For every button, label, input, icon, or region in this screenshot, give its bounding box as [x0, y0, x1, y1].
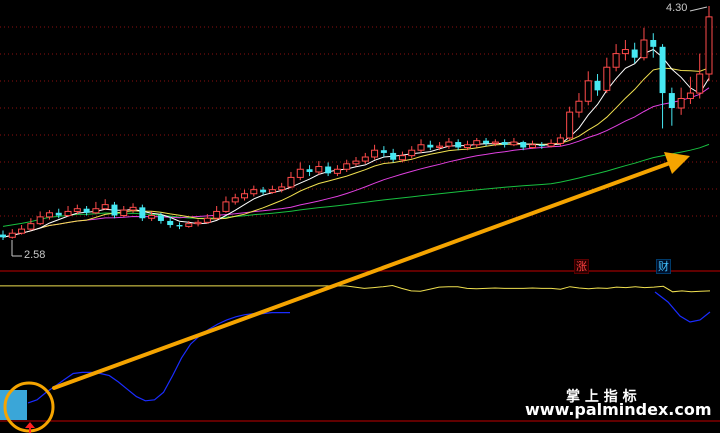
candle-body-up — [686, 92, 694, 100]
candle-body-up — [547, 142, 555, 147]
candle-body-up — [621, 49, 629, 55]
candle-body-up — [73, 208, 81, 212]
candle-body-up — [101, 204, 109, 210]
candle-body-down — [260, 189, 267, 193]
candle-body-down — [176, 225, 183, 227]
candle-body-down — [0, 234, 6, 238]
candle-body-up — [64, 210, 72, 217]
candle-body-up — [268, 189, 276, 193]
candle-body-down — [427, 144, 434, 148]
candle-body-up — [575, 100, 583, 113]
candle-body-down — [306, 169, 313, 172]
candle-body-up — [566, 111, 574, 139]
candle-body-down — [659, 46, 666, 94]
candle-body-down — [520, 142, 527, 148]
candle-body-up — [8, 232, 16, 238]
candle-body-up — [417, 144, 425, 151]
candle-body-down — [157, 215, 164, 221]
candle-body-down — [594, 80, 601, 91]
chart-canvas[interactable] — [0, 0, 720, 433]
candle-body-up — [129, 206, 137, 211]
indicator-lower-line — [27, 312, 290, 404]
ma5-line — [2, 48, 710, 238]
candle-body-up — [287, 176, 295, 188]
candle-body-up — [696, 73, 704, 94]
candle-body-up — [436, 145, 444, 148]
candle-body-up — [203, 217, 211, 223]
candle-body-up — [352, 160, 360, 165]
rise-event-badge[interactable]: 涨 — [574, 259, 589, 274]
candle-body-up — [510, 141, 518, 146]
candle-body-up — [222, 201, 230, 212]
candle-body-up — [315, 166, 323, 173]
candle-body-down — [501, 142, 508, 145]
candle-body-up — [231, 197, 239, 203]
candle-body-up — [194, 221, 202, 225]
candle-body-up — [556, 137, 564, 144]
candle-body-down — [380, 150, 387, 153]
candle-body-up — [584, 80, 592, 102]
candle-body-up — [445, 141, 453, 147]
candle-body-down — [538, 144, 545, 147]
candle-body-down — [83, 208, 90, 213]
candle-body-up — [278, 186, 286, 191]
candle-body-down — [390, 152, 397, 160]
candle-body-up — [463, 144, 471, 148]
candle-body-down — [483, 140, 490, 144]
low-price-label: 2.58 — [24, 249, 46, 261]
candle-body-down — [668, 93, 675, 109]
candle-body-up — [296, 168, 304, 178]
indicator-lower-line-tail — [654, 291, 711, 323]
candle-body-down — [111, 204, 118, 216]
candle-body-up — [241, 193, 249, 199]
candle-body-up — [45, 212, 53, 218]
candle-body-up — [640, 39, 648, 59]
candle-body-up — [705, 16, 713, 75]
watermark-url: www.palmindex.com — [525, 400, 712, 419]
candle-body-down — [325, 166, 332, 174]
candle-body-up — [491, 141, 499, 144]
candle-body-down — [167, 220, 174, 226]
candle-body-up — [612, 53, 620, 68]
ma10-line — [2, 67, 710, 238]
candle-body-up — [27, 223, 35, 230]
candle-body-down — [55, 212, 62, 216]
candle-body-up — [408, 149, 416, 157]
candle-body-down — [139, 207, 146, 219]
candle-body-up — [185, 223, 193, 227]
candle-body-up — [92, 208, 100, 214]
high-price-label: 4.30 — [666, 2, 688, 14]
indicator-upper-line — [0, 284, 711, 293]
candle-body-up — [398, 155, 406, 161]
candle-body-up — [473, 140, 481, 146]
candle-body-up — [148, 215, 156, 219]
candle-body-up — [677, 98, 685, 109]
candle-body-up — [371, 149, 379, 158]
stock-chart-window: 4.30 2.58 涨 财 掌 上 指 标 www.palmindex.com — [0, 0, 720, 433]
candle-body-up — [603, 66, 611, 91]
candle-body-up — [333, 168, 341, 174]
candle-body-up — [361, 156, 369, 162]
candle-body-up — [250, 189, 258, 195]
finance-event-badge[interactable]: 财 — [656, 259, 671, 274]
candle-body-up — [18, 228, 26, 234]
candle-body-up — [213, 210, 221, 219]
candle-body-up — [529, 144, 536, 148]
candle-body-down — [455, 142, 462, 148]
candle-body-down — [631, 49, 638, 58]
candle-body-up — [36, 216, 44, 225]
candle-body-up — [120, 209, 128, 217]
candle-body-up — [343, 163, 351, 170]
trend-arrow-shaft — [52, 161, 672, 390]
candle-body-down — [650, 40, 657, 47]
high-marker-line — [689, 6, 708, 12]
